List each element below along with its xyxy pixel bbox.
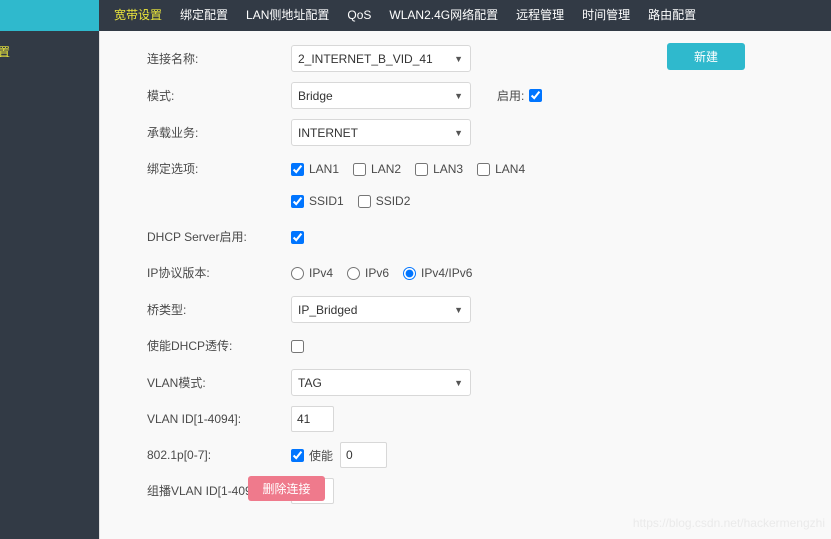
mode-select[interactable]: Bridge xyxy=(291,82,471,109)
bind-option-ssid2[interactable]: SSID2 xyxy=(357,194,411,208)
lan4-label: LAN4 xyxy=(495,162,526,176)
ip-version-ipv6[interactable]: IPv6 xyxy=(347,266,389,280)
label-dot1p-enable: 使能 xyxy=(309,448,334,463)
form-row-bind-options-ssid: SSID1 SSID2 xyxy=(100,188,831,214)
bind-option-lan1[interactable]: LAN1 xyxy=(291,162,339,176)
connection-name-select-wrap: 2_INTERNET_B_VID_41 ▼ xyxy=(291,45,471,72)
connection-settings-form: 连接名称: 2_INTERNET_B_VID_41 ▼ 模式: Bridge ▼ xyxy=(100,31,831,514)
label-vlan-id: VLAN ID[1-4094]: xyxy=(147,412,242,426)
lan1-label: LAN1 xyxy=(309,162,340,176)
nav-item-broadband-settings[interactable]: 宽带设置 xyxy=(105,0,171,31)
service-select[interactable]: INTERNET xyxy=(291,119,471,146)
mode-enable-checkbox[interactable] xyxy=(529,89,543,102)
nav-item-lan-address-config[interactable]: LAN侧地址配置 xyxy=(237,0,338,31)
ip-version-ipv4[interactable]: IPv4 xyxy=(291,266,333,280)
label-dot1p: 802.1p[0-7]: xyxy=(147,448,212,462)
form-row-dhcp-passthrough: 使能DHCP透传: xyxy=(100,333,831,359)
vlan-id-input[interactable] xyxy=(291,406,334,432)
watermark-text: https://blog.csdn.net/hackermengzhi xyxy=(632,516,825,530)
mode-enable-group: 启用: xyxy=(497,87,543,104)
form-row-dhcp-server: DHCP Server启用: xyxy=(100,224,831,250)
ipv6-radio[interactable] xyxy=(347,266,361,280)
ssid1-label: SSID1 xyxy=(309,194,344,208)
vlan-mode-select[interactable]: TAG xyxy=(291,369,471,396)
bind-option-lan2[interactable]: LAN2 xyxy=(353,162,401,176)
nav-item-time-management[interactable]: 时间管理 xyxy=(573,0,639,31)
form-row-vlan-id: VLAN ID[1-4094]: xyxy=(100,406,831,432)
ipv4-label: IPv4 xyxy=(309,266,334,280)
dhcp-server-checkbox[interactable] xyxy=(291,230,304,244)
nav-item-wlan24g-config[interactable]: WLAN2.4G网络配置 xyxy=(380,0,507,31)
form-row-multicast-vlan-id: 组播VLAN ID[1-4094]: xyxy=(100,478,831,504)
ip-version-radio-group: IPv4 IPv6 IPv4/IPv6 xyxy=(291,266,472,280)
dot1p-enable-checkbox[interactable] xyxy=(291,448,304,462)
form-row-bind-options: 绑定选项: LAN1 LAN2 LAN3 LAN4 xyxy=(100,156,831,182)
label-mode: 模式: xyxy=(147,88,175,103)
ssid2-checkbox[interactable] xyxy=(357,194,371,208)
label-ip-version: IP协议版本: xyxy=(147,266,210,280)
bind-options-ssid-group: SSID1 SSID2 xyxy=(291,194,410,208)
form-row-mode: 模式: Bridge ▼ 启用: xyxy=(100,82,831,109)
label-bind-options: 绑定选项: xyxy=(147,162,199,176)
label-bridge-type: 桥类型: xyxy=(147,302,187,317)
lan2-label: LAN2 xyxy=(371,162,402,176)
form-row-vlan-mode: VLAN模式: TAG ▼ xyxy=(100,369,831,396)
sidebar-item-settings[interactable]: 设置 xyxy=(0,31,99,60)
form-row-connection-name: 连接名称: 2_INTERNET_B_VID_41 ▼ xyxy=(100,45,831,72)
nav-item-remote-management[interactable]: 远程管理 xyxy=(507,0,573,31)
nav-item-qos[interactable]: QoS xyxy=(338,0,380,31)
delete-connection-button[interactable]: 删除连接 xyxy=(248,476,325,501)
lan3-checkbox[interactable] xyxy=(415,162,429,176)
lan1-checkbox[interactable] xyxy=(291,162,304,176)
mode-select-wrap: Bridge ▼ xyxy=(291,82,471,109)
bridge-type-select-wrap: IP_Bridged ▼ xyxy=(291,296,471,323)
ipv6-label: IPv6 xyxy=(365,266,390,280)
main-navigation: 宽带设置 绑定配置 LAN侧地址配置 QoS WLAN2.4G网络配置 远程管理… xyxy=(99,0,831,31)
form-row-bridge-type: 桥类型: IP_Bridged ▼ xyxy=(100,296,831,323)
lan3-label: LAN3 xyxy=(433,162,464,176)
lan4-checkbox[interactable] xyxy=(477,162,491,176)
form-row-service: 承载业务: INTERNET ▼ xyxy=(100,119,831,146)
ipv4-ipv6-label: IPv4/IPv6 xyxy=(421,266,473,280)
vlan-mode-select-wrap: TAG ▼ xyxy=(291,369,471,396)
bridge-type-select[interactable]: IP_Bridged xyxy=(291,296,471,323)
connection-name-select[interactable]: 2_INTERNET_B_VID_41 xyxy=(291,45,471,72)
ip-version-ipv4-ipv6[interactable]: IPv4/IPv6 xyxy=(403,266,472,280)
nav-item-routing-config[interactable]: 路由配置 xyxy=(639,0,705,31)
content-panel: 新建 连接名称: 2_INTERNET_B_VID_41 ▼ 模式: Bridg… xyxy=(99,31,831,539)
ssid1-checkbox[interactable] xyxy=(291,194,304,208)
bind-option-lan3[interactable]: LAN3 xyxy=(415,162,463,176)
dot1p-value-input[interactable] xyxy=(340,442,388,468)
form-row-ip-version: IP协议版本: IPv4 IPv6 IPv4/IPv6 xyxy=(100,260,831,286)
ipv4-radio[interactable] xyxy=(291,266,304,280)
bind-option-ssid1[interactable]: SSID1 xyxy=(291,194,344,208)
ssid2-label: SSID2 xyxy=(375,194,411,208)
dhcp-passthrough-checkbox[interactable] xyxy=(291,339,304,353)
label-mode-enable: 启用: xyxy=(497,89,525,103)
nav-item-binding-config[interactable]: 绑定配置 xyxy=(171,0,237,31)
bind-option-lan4[interactable]: LAN4 xyxy=(477,162,525,176)
label-connection-name: 连接名称: xyxy=(147,51,199,66)
label-vlan-mode: VLAN模式: xyxy=(147,375,206,390)
lan2-checkbox[interactable] xyxy=(353,162,367,176)
label-dhcp-server: DHCP Server启用: xyxy=(147,230,247,244)
label-service: 承载业务: xyxy=(147,125,199,140)
label-dhcp-passthrough: 使能DHCP透传: xyxy=(147,339,233,353)
bind-options-lan-group: LAN1 LAN2 LAN3 LAN4 xyxy=(291,162,525,176)
ipv4-ipv6-radio[interactable] xyxy=(403,266,417,280)
service-select-wrap: INTERNET ▼ xyxy=(291,119,471,146)
sidebar: 设置 xyxy=(0,31,99,539)
form-row-dot1p: 802.1p[0-7]: 使能 xyxy=(100,442,831,468)
